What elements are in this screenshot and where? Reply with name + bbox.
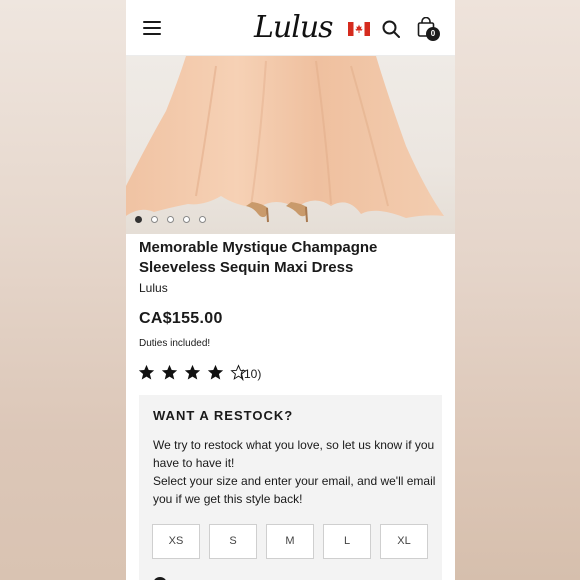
review-count[interactable]: (10): [240, 367, 261, 381]
star-filled-icon: [161, 364, 178, 380]
size-option-xl[interactable]: XL: [380, 524, 428, 559]
image-carousel-dots: [135, 216, 215, 226]
carousel-dot[interactable]: [151, 216, 158, 223]
product-brand[interactable]: Lulus: [139, 281, 168, 295]
carousel-dot[interactable]: [135, 216, 142, 223]
site-logo[interactable]: Lulus: [254, 8, 334, 48]
restock-panel: WANT A RESTOCK? We try to restock what y…: [139, 395, 442, 580]
product-image[interactable]: [126, 56, 455, 234]
restock-description: We try to restock what you love, so let …: [153, 438, 435, 470]
product-title: Memorable Mystique Champagne Sleeveless …: [139, 239, 378, 276]
hamburger-menu-icon[interactable]: [143, 20, 161, 36]
star-filled-icon: [184, 364, 201, 380]
background-left-blur: [0, 0, 126, 580]
carousel-dot[interactable]: [167, 216, 174, 223]
background-right-blur: [455, 0, 580, 580]
carousel-dot[interactable]: [183, 216, 190, 223]
site-header: Lulus 0: [126, 0, 455, 56]
product-price: CA$155.00: [139, 310, 223, 327]
size-option-s[interactable]: S: [209, 524, 257, 559]
restock-instructions: Select your size and enter your email, a…: [153, 474, 436, 506]
duties-note: Duties included!: [139, 338, 211, 349]
size-option-xs[interactable]: XS: [152, 524, 200, 559]
dress-illustration: [126, 56, 444, 223]
mobile-page: Lulus 0 Memorable Mystique Champagne Sle…: [126, 0, 455, 580]
search-icon[interactable]: [382, 20, 400, 38]
restock-title: WANT A RESTOCK?: [153, 408, 294, 423]
size-option-l[interactable]: L: [323, 524, 371, 559]
star-filled-icon: [207, 364, 224, 380]
cart-count-badge: 0: [426, 27, 440, 41]
carousel-dot[interactable]: [199, 216, 206, 223]
star-filled-icon: [138, 364, 155, 380]
size-option-m[interactable]: M: [266, 524, 314, 559]
canada-flag-icon[interactable]: [348, 22, 370, 36]
